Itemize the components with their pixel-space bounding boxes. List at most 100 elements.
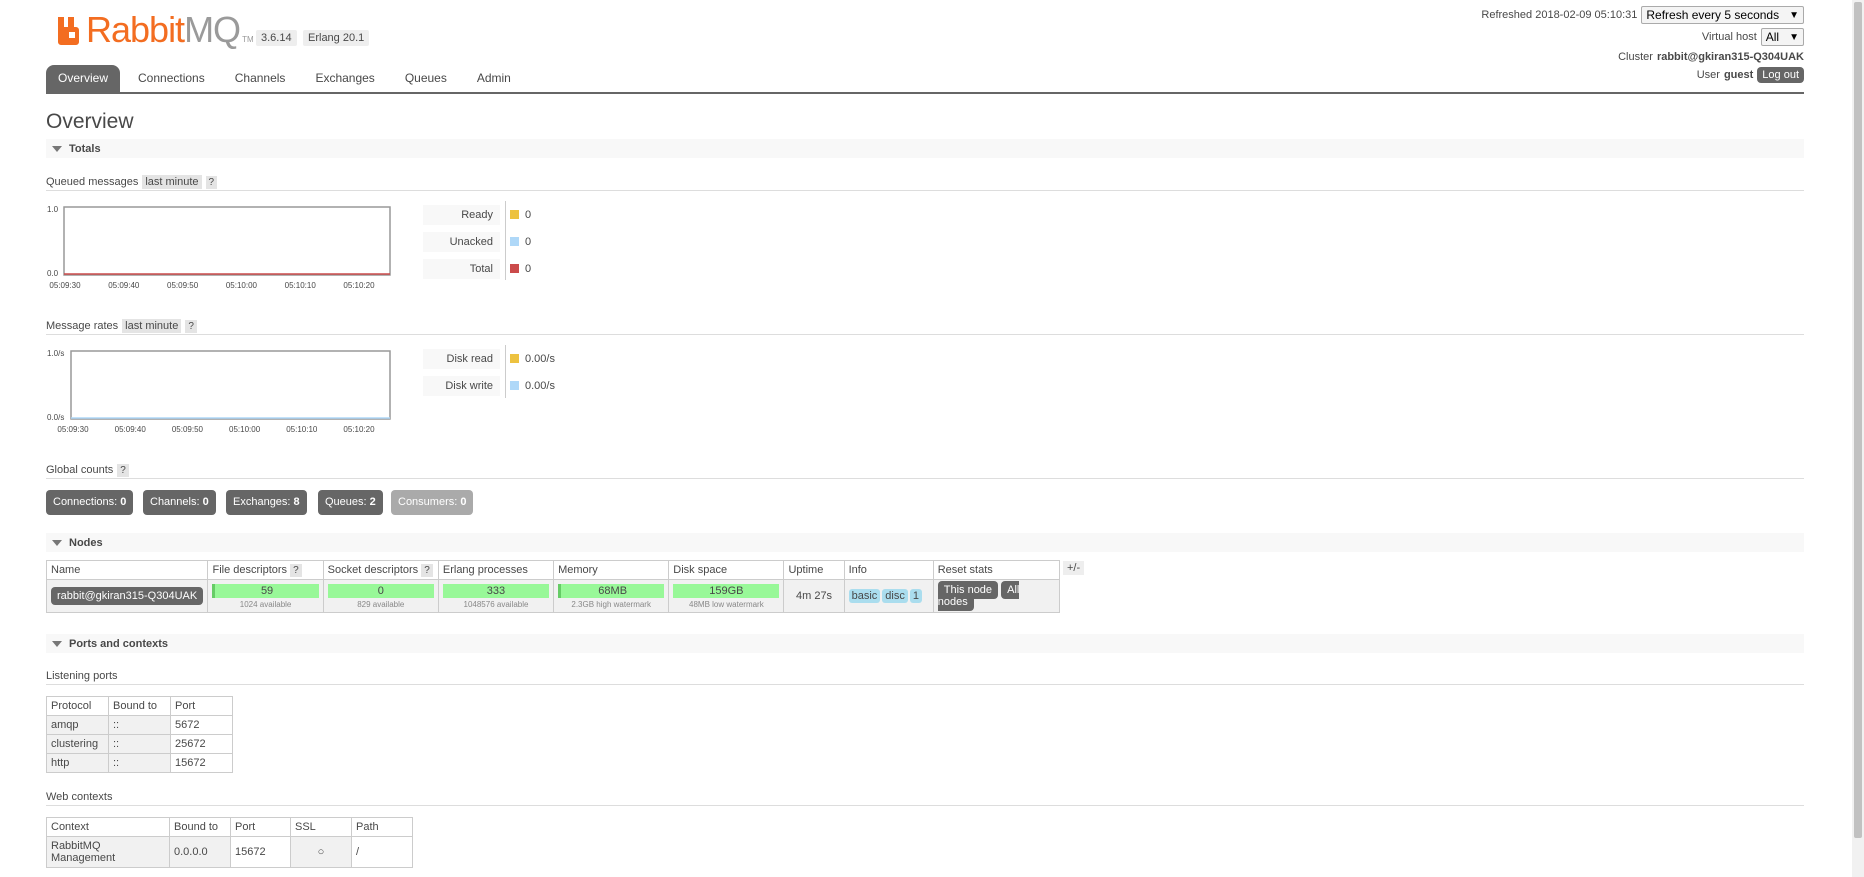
help-icon[interactable]: ? — [205, 175, 218, 189]
nodes-title: Nodes — [69, 536, 103, 549]
tab-admin[interactable]: Admin — [465, 65, 523, 92]
swatch-unacked — [510, 237, 519, 246]
col-protocol: Protocol — [46, 696, 109, 716]
col-socket-descriptors: Socket descriptors ? — [322, 560, 439, 580]
table-header-row: Context Bound to Port SSL Path — [46, 817, 413, 837]
legend-label-total: Total — [423, 258, 500, 279]
table-header-row: Protocol Bound to Port — [46, 696, 233, 716]
help-icon[interactable]: ? — [117, 463, 129, 477]
info-tag-count: 1 — [909, 589, 922, 603]
swatch-disk-read — [510, 354, 519, 363]
queues-count-button[interactable]: Queues: 2 — [318, 490, 383, 515]
x-tick-label: 05:09:50 — [167, 281, 199, 290]
reset-stats-cell: This node All nodes — [932, 579, 1061, 613]
scrollbar-thumb[interactable] — [1854, 2, 1862, 838]
vertical-scrollbar[interactable] — [1852, 0, 1864, 877]
help-icon[interactable]: ? — [290, 564, 302, 577]
legend-value-unacked: 0 — [525, 235, 532, 248]
columns-toggle-button[interactable]: +/- — [1063, 561, 1085, 575]
y-tick-top: 1.0 — [47, 205, 59, 214]
nodes-section-toggle[interactable]: Nodes — [46, 533, 1804, 552]
legend-label-unacked: Unacked — [423, 231, 500, 252]
mem-bar: 68MB — [558, 583, 665, 598]
col-memory: Memory — [553, 560, 670, 580]
col-bound-to: Bound to — [169, 817, 231, 837]
x-tick-label: 05:10:20 — [343, 425, 375, 434]
disk-sub: 48MB low watermark — [689, 599, 764, 609]
totals-section-toggle[interactable]: Totals — [46, 139, 1804, 158]
table-row: http :: 15672 — [46, 753, 233, 773]
tab-exchanges[interactable]: Exchanges — [303, 65, 386, 92]
fd-sub: 1024 available — [239, 599, 292, 609]
cell: 25672 — [170, 734, 233, 754]
proc-bar: 333 — [442, 583, 550, 598]
connections-count-button[interactable]: Connections: 0 — [46, 490, 134, 515]
logo-tm: TM — [242, 35, 254, 44]
ports-section-toggle[interactable]: Ports and contexts — [46, 634, 1804, 653]
cell: :: — [108, 715, 171, 735]
cell: http — [46, 753, 109, 773]
chart-plot-area — [63, 206, 391, 276]
cell: 5672 — [170, 715, 233, 735]
listening-ports-table: Protocol Bound to Port amqp :: 5672 clus… — [46, 696, 233, 773]
global-counts-label: Global counts — [46, 464, 114, 476]
cell: RabbitMQ Management — [46, 836, 170, 868]
queued-period-toggle[interactable]: last minute — [142, 175, 202, 189]
exchanges-count-button[interactable]: Exchanges: 8 — [226, 490, 307, 515]
count-value: 0 — [202, 496, 209, 508]
rates-chart-svg: 1.0/s 0.0/s 05:09:30 05:09:40 05:09:50 05:1… — [47, 349, 391, 434]
consumers-count-button[interactable]: Consumers: 0 — [391, 490, 474, 515]
help-icon[interactable]: ? — [421, 564, 433, 577]
ports-title: Ports and contexts — [69, 637, 169, 650]
y-tick-bottom: 0.0/s — [47, 413, 64, 422]
sock-bar: 0 — [327, 583, 434, 598]
collapse-triangle-icon — [52, 145, 62, 152]
count-value: 0 — [460, 496, 467, 508]
disk-cell: 159GB 48MB low watermark — [668, 579, 785, 613]
legend-value-ready: 0 — [525, 208, 532, 221]
virtual-host-label: Virtual host — [1701, 31, 1757, 43]
count-label: Queues: — [325, 496, 367, 508]
x-tick-label: 05:10:10 — [286, 425, 318, 434]
col-name: Name — [45, 560, 209, 580]
sock-cell: 0 829 available — [322, 579, 439, 613]
rabbitmq-logo[interactable]: RabbitMQ TM — [56, 10, 254, 50]
swatch-disk-write — [510, 381, 519, 390]
cell: :: — [108, 734, 171, 754]
x-tick-label: 05:09:30 — [49, 281, 81, 290]
channels-count-button[interactable]: Channels: 0 — [143, 490, 216, 515]
x-tick-label: 05:09:40 — [108, 281, 140, 290]
tab-queues[interactable]: Queues — [393, 65, 459, 92]
info-cell: basic disc 1 — [843, 579, 934, 613]
refresh-select[interactable]: Refresh every 5 seconds ▼ — [1641, 6, 1804, 24]
cluster-value: rabbit@gkiran315-Q304UAK — [1656, 51, 1804, 63]
help-icon[interactable]: ? — [185, 319, 197, 333]
col-erlang-processes: Erlang processes — [437, 560, 555, 580]
rates-period-toggle[interactable]: last minute — [122, 319, 182, 333]
tab-connections[interactable]: Connections — [126, 65, 217, 92]
cell: :: — [108, 753, 171, 773]
col-info: Info — [843, 560, 934, 580]
fd-bar: 59 — [212, 583, 319, 598]
logo-mq: MQ — [184, 9, 241, 50]
tab-channels[interactable]: Channels — [223, 65, 298, 92]
web-contexts-label: Web contexts — [46, 791, 113, 803]
info-tag-disc: disc — [882, 589, 908, 603]
cell: 15672 — [170, 753, 233, 773]
legend-divider — [505, 345, 506, 398]
count-label: Consumers: — [398, 496, 458, 508]
x-tick-label: 05:09:40 — [115, 425, 147, 434]
x-tick-label: 05:09:30 — [57, 425, 89, 434]
virtual-host-select[interactable]: All ▼ — [1760, 28, 1804, 46]
col-uptime: Uptime — [783, 560, 845, 580]
tab-overview[interactable]: Overview — [46, 65, 121, 92]
legend-value-total: 0 — [525, 262, 532, 275]
table-row: RabbitMQ Management 0.0.0.0 15672 ○ / — [46, 836, 413, 868]
erlang-badge: Erlang 20.1 — [303, 30, 370, 46]
legend-row-disk-write: Disk write 0.00/s — [423, 372, 555, 399]
col-context: Context — [46, 817, 170, 837]
message-rates-header: Message rates last minute ? — [46, 318, 1804, 335]
collapse-triangle-icon — [52, 640, 62, 647]
node-name-link[interactable]: rabbit@gkiran315-Q304UAK — [51, 587, 204, 605]
count-label: Exchanges: — [233, 496, 291, 508]
